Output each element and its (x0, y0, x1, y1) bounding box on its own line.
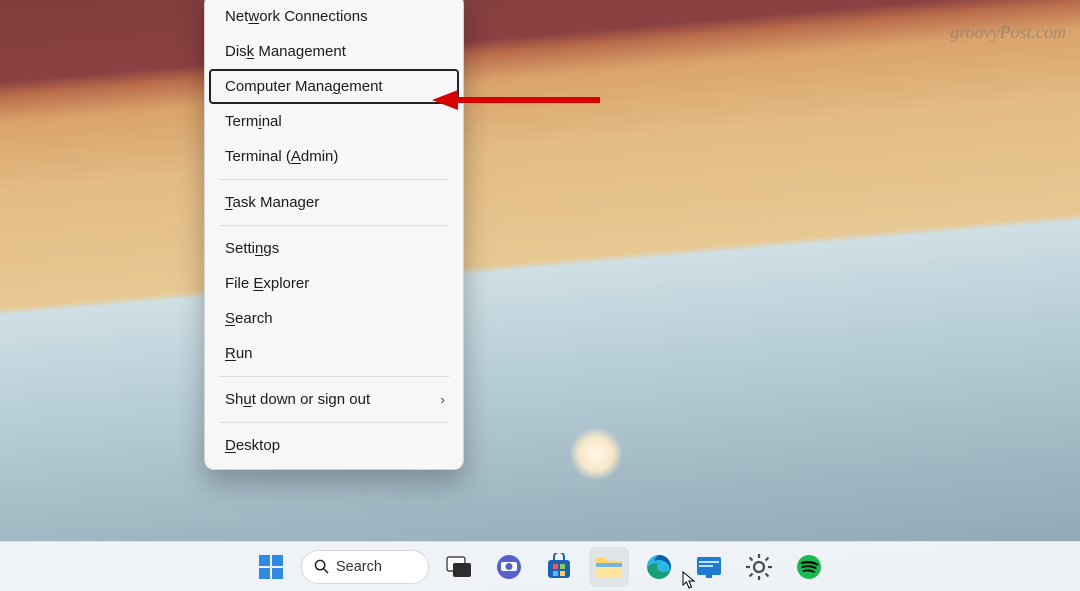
file-explorer-icon[interactable] (589, 547, 629, 587)
menu-item-label: Task Manager (225, 194, 319, 211)
menu-item-3[interactable]: Terminal (205, 104, 463, 139)
menu-item-label: File Explorer (225, 275, 309, 292)
menu-divider (219, 225, 449, 226)
menu-item-label: Run (225, 345, 253, 362)
search-label: Search (336, 559, 382, 575)
menu-item-label: Settings (225, 240, 279, 257)
task-view-icon[interactable] (439, 547, 479, 587)
menu-item-label: Terminal (Admin) (225, 148, 338, 165)
power-user-menu: Network Connections Disk Management Comput… (204, 0, 464, 470)
spotify-icon[interactable] (789, 547, 829, 587)
chat-icon[interactable] (489, 547, 529, 587)
desktop: groovyPost.com Network Connections Disk M… (0, 0, 1080, 591)
menu-divider (219, 422, 449, 423)
menu-item-2[interactable]: Computer Management (209, 69, 459, 104)
start-icon[interactable] (251, 547, 291, 587)
wallpaper-sun (570, 428, 622, 480)
menu-item-15[interactable]: Desktop (205, 428, 463, 463)
watermark: groovyPost.com (950, 22, 1066, 43)
menu-item-1[interactable]: Disk Management (205, 34, 463, 69)
menu-item-8[interactable]: Settings (205, 231, 463, 266)
store-icon[interactable] (539, 547, 579, 587)
menu-item-label: Terminal (225, 113, 282, 130)
menu-item-label: Disk Management (225, 43, 346, 60)
menu-item-label: Desktop (225, 437, 280, 454)
edge-icon[interactable] (639, 547, 679, 587)
search-pill[interactable]: Search (301, 550, 429, 584)
chevron-right-icon: › (441, 392, 445, 407)
menu-item-10[interactable]: Search (205, 301, 463, 336)
menu-item-13[interactable]: Shut down or sign out › (205, 382, 463, 417)
settings-icon[interactable] (739, 547, 779, 587)
menu-item-label: Computer Management (225, 78, 383, 95)
menu-item-label: Search (225, 310, 273, 327)
menu-item-9[interactable]: File Explorer (205, 266, 463, 301)
cursor-icon (682, 571, 696, 589)
menu-item-4[interactable]: Terminal (Admin) (205, 139, 463, 174)
menu-item-6[interactable]: Task Manager (205, 185, 463, 220)
menu-divider (219, 376, 449, 377)
menu-item-label: Shut down or sign out (225, 391, 370, 408)
menu-item-label: Network Connections (225, 8, 368, 25)
menu-item-11[interactable]: Run (205, 336, 463, 371)
search-icon (314, 559, 329, 574)
menu-divider (219, 179, 449, 180)
taskbar: Search (0, 541, 1080, 591)
menu-item-0[interactable]: Network Connections (205, 0, 463, 34)
